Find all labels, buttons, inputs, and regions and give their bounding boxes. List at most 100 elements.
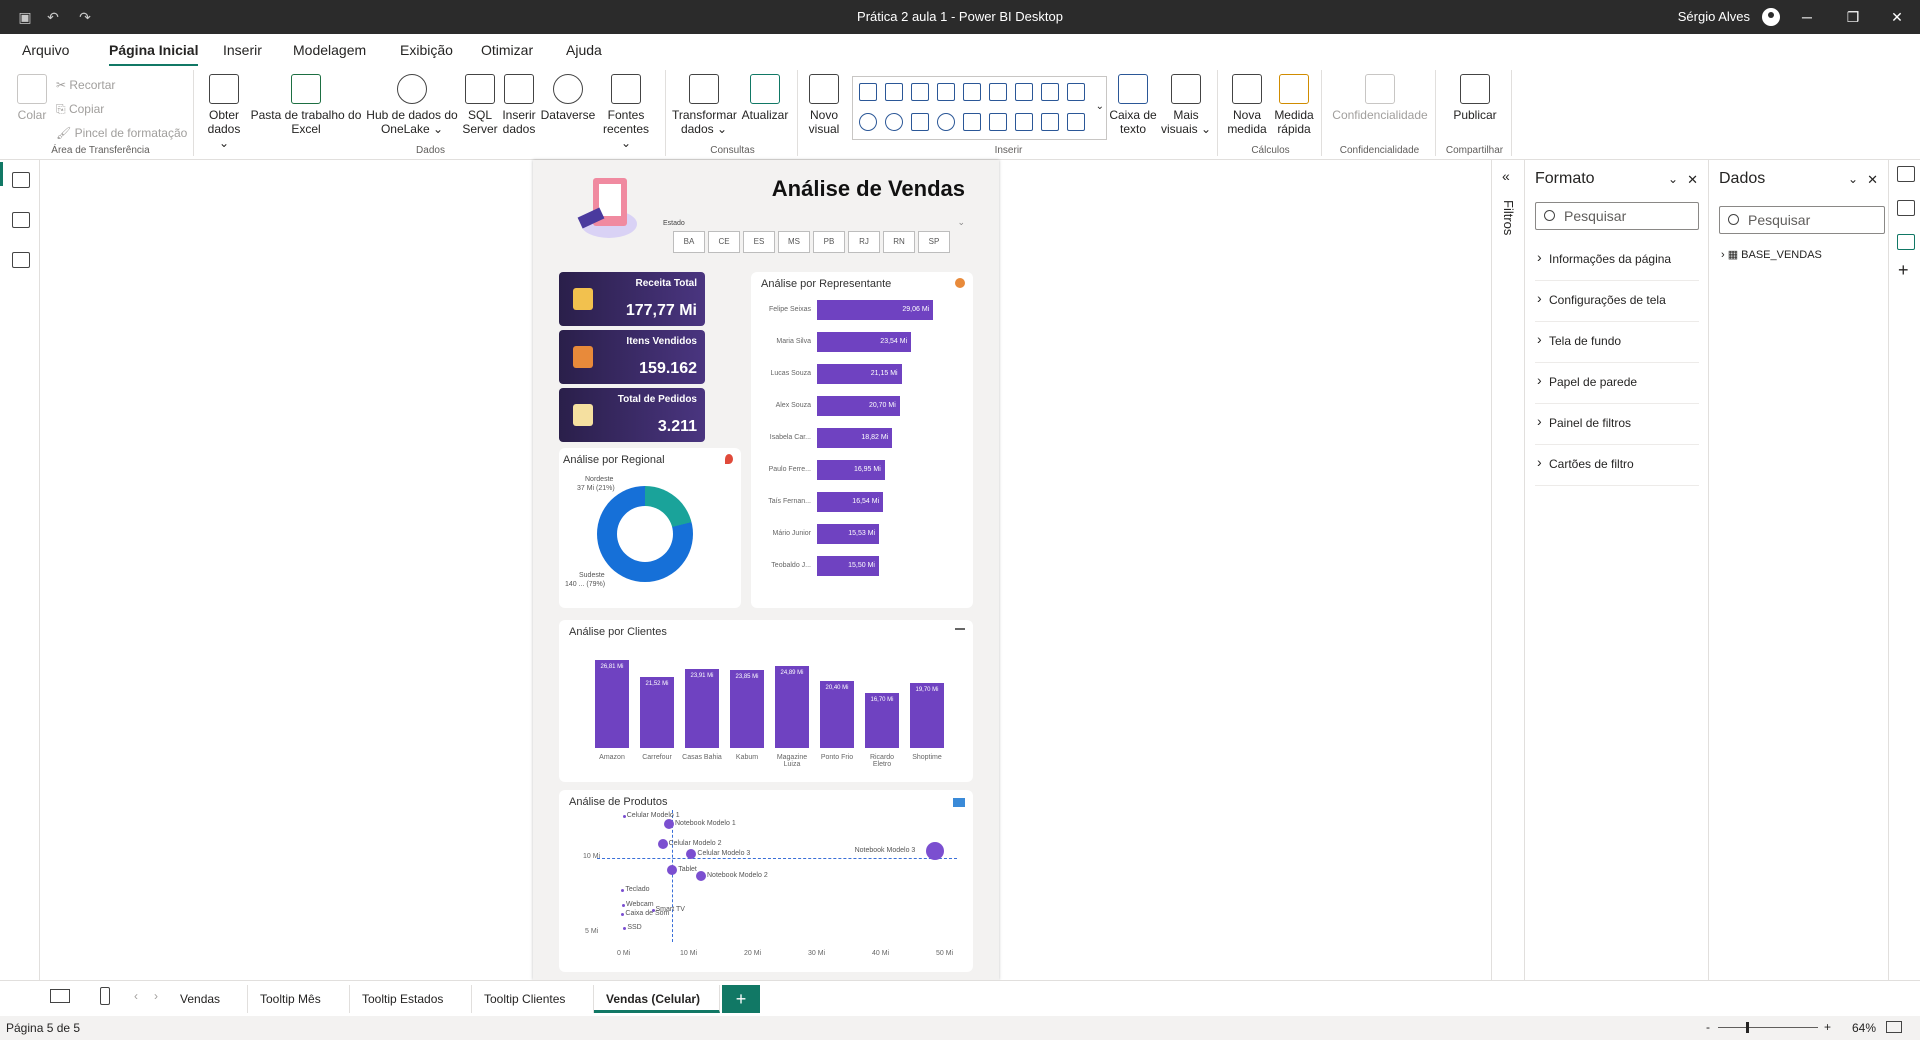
scatter-point[interactable] <box>925 842 944 860</box>
bar[interactable]: 23,85 Mi <box>730 669 764 748</box>
chevron-down-icon[interactable]: ⌄ <box>1668 172 1678 186</box>
produtos-card[interactable]: Análise de Produtos 10 Mi 5 Mi 0 Mi 10 M… <box>559 790 973 972</box>
estado-chip[interactable]: SP <box>918 231 950 253</box>
donut-chart-icon[interactable] <box>885 113 903 131</box>
tab-inserir[interactable]: Inserir <box>223 42 262 58</box>
area-chart-icon[interactable] <box>1041 83 1059 101</box>
bar[interactable]: 16,95 Mi <box>817 460 885 480</box>
page-tab[interactable]: Tooltip Mês <box>248 985 350 1013</box>
kpi-itens[interactable]: Itens Vendidos 159.162 <box>559 330 705 384</box>
desktop-layout-icon[interactable] <box>50 989 70 1003</box>
copy-button[interactable]: ⎘ Copiar <box>56 102 104 117</box>
stacked-bar-icon[interactable] <box>911 83 929 101</box>
format-section[interactable]: Painel de filtros <box>1535 404 1699 445</box>
page-tab-active[interactable]: Vendas (Celular) <box>594 985 720 1013</box>
close-icon[interactable]: ✕ <box>1687 172 1698 188</box>
scatter-point[interactable] <box>622 903 626 907</box>
slicer-chevron-icon[interactable]: ⌄ <box>957 217 965 228</box>
bar[interactable]: 20,40 Mi <box>820 680 854 748</box>
bar[interactable]: 18,82 Mi <box>817 428 893 448</box>
format-section[interactable]: Cartões de filtro <box>1535 445 1699 486</box>
estado-chip[interactable]: RJ <box>848 231 880 253</box>
stacked-column-icon[interactable] <box>937 83 955 101</box>
kpi-icon[interactable] <box>1015 113 1033 131</box>
get-data-button[interactable]: Obter dados ⌄ <box>204 74 244 150</box>
tab-ajuda[interactable]: Ajuda <box>566 42 602 58</box>
sql-button[interactable]: SQL Server <box>462 74 498 136</box>
zoom-in-button[interactable]: + <box>1824 1020 1831 1034</box>
next-page-icon[interactable]: › <box>154 989 158 1003</box>
card-icon[interactable] <box>989 113 1007 131</box>
excel-button[interactable]: Pasta de trabalho do Excel <box>250 74 362 136</box>
estado-chip[interactable]: BA <box>673 231 705 253</box>
minimize-icon[interactable]: ─ <box>1784 0 1830 34</box>
combo-chart-icon[interactable] <box>989 83 1007 101</box>
waterfall-icon[interactable] <box>1067 83 1085 101</box>
add-pane-icon[interactable]: + <box>1898 260 1909 281</box>
build-visual-icon[interactable] <box>1897 200 1915 216</box>
prev-page-icon[interactable]: ‹ <box>134 989 138 1003</box>
cut-button[interactable]: ✂ Recortar <box>56 78 115 92</box>
new-measure-button[interactable]: Nova medida <box>1224 74 1270 136</box>
filters-pane-collapsed[interactable]: « Filtros <box>1491 160 1524 980</box>
bar[interactable]: 21,52 Mi <box>640 677 674 748</box>
bar[interactable]: 15,50 Mi <box>817 556 879 576</box>
scatter-point[interactable] <box>621 912 625 916</box>
scatter-point[interactable] <box>667 865 678 875</box>
zoom-thumb[interactable] <box>1746 1022 1749 1033</box>
bar[interactable]: 23,91 Mi <box>685 669 719 748</box>
zoom-slider[interactable] <box>1718 1022 1818 1033</box>
pie-chart-icon[interactable] <box>859 113 877 131</box>
report-view-icon[interactable] <box>12 172 30 188</box>
format-section[interactable]: Tela de fundo <box>1535 322 1699 363</box>
quick-measure-button[interactable]: Medida rápida <box>1270 74 1318 136</box>
zoom-out-button[interactable]: - <box>1706 1020 1710 1034</box>
estado-chip[interactable]: CE <box>708 231 740 253</box>
estado-chip[interactable]: ES <box>743 231 775 253</box>
bar[interactable]: 15,53 Mi <box>817 524 880 544</box>
column-chart-icon[interactable] <box>885 83 903 101</box>
kpi-pedidos[interactable]: Total de Pedidos 3.211 <box>559 388 705 442</box>
model-view-icon[interactable] <box>12 252 30 268</box>
recent-sources-button[interactable]: Fontes recentes ⌄ <box>598 74 654 150</box>
bar[interactable]: 21,15 Mi <box>817 364 902 384</box>
estado-chip[interactable]: MS <box>778 231 810 253</box>
clientes-card[interactable]: Análise por Clientes 26,81 Mi Amazon 21,52… <box>559 620 973 782</box>
text-box-button[interactable]: Caixa de texto <box>1108 74 1158 136</box>
close-icon[interactable]: ✕ <box>1867 172 1878 188</box>
user-name[interactable]: Sérgio Alves <box>1678 0 1750 34</box>
bar[interactable]: 19,70 Mi <box>910 683 944 748</box>
tab-exibicao[interactable]: Exibição <box>400 42 453 58</box>
sensitivity-button[interactable]: Confidencialidade <box>1328 74 1432 122</box>
new-visual-button[interactable]: Novo visual <box>802 74 846 136</box>
bar-chart-icon[interactable] <box>859 83 877 101</box>
format-pane-icon[interactable] <box>1897 234 1915 250</box>
scatter-point[interactable] <box>621 888 625 892</box>
restore-icon[interactable]: ❐ <box>1830 0 1876 34</box>
estado-chip[interactable]: PB <box>813 231 845 253</box>
fit-page-icon[interactable] <box>1886 1021 1902 1033</box>
page-tab[interactable]: Tooltip Estados <box>350 985 472 1013</box>
refresh-button[interactable]: Atualizar <box>738 74 792 122</box>
onelake-button[interactable]: Hub de dados do OneLake ⌄ <box>364 74 460 136</box>
table-visual-icon[interactable] <box>1041 113 1059 131</box>
page-tab[interactable]: Tooltip Clientes <box>472 985 594 1013</box>
bar[interactable]: 16,54 Mi <box>817 492 884 512</box>
matrix-icon[interactable] <box>1067 113 1085 131</box>
avatar[interactable] <box>1762 8 1780 26</box>
gauge-icon[interactable] <box>963 113 981 131</box>
data-search-input[interactable]: Pesquisar <box>1719 206 1885 234</box>
dataverse-button[interactable]: Dataverse <box>540 74 596 122</box>
visual-gallery[interactable]: ⌄ <box>852 76 1107 140</box>
add-page-button[interactable]: + <box>722 985 760 1013</box>
bar[interactable]: 20,70 Mi <box>817 396 900 416</box>
regional-card[interactable]: Análise por Regional Nordeste 37 Mi (21%… <box>559 448 741 608</box>
tab-modelagem[interactable]: Modelagem <box>293 42 366 58</box>
bar[interactable]: 29,06 Mi <box>817 300 934 320</box>
scatter-point[interactable] <box>657 839 668 849</box>
map-icon[interactable] <box>937 113 955 131</box>
data-pane-icon[interactable] <box>1897 166 1915 182</box>
scatter-point[interactable] <box>622 814 626 818</box>
kpi-receita[interactable]: Receita Total 177,77 Mi <box>559 272 705 326</box>
donut-chart[interactable] <box>597 486 693 582</box>
